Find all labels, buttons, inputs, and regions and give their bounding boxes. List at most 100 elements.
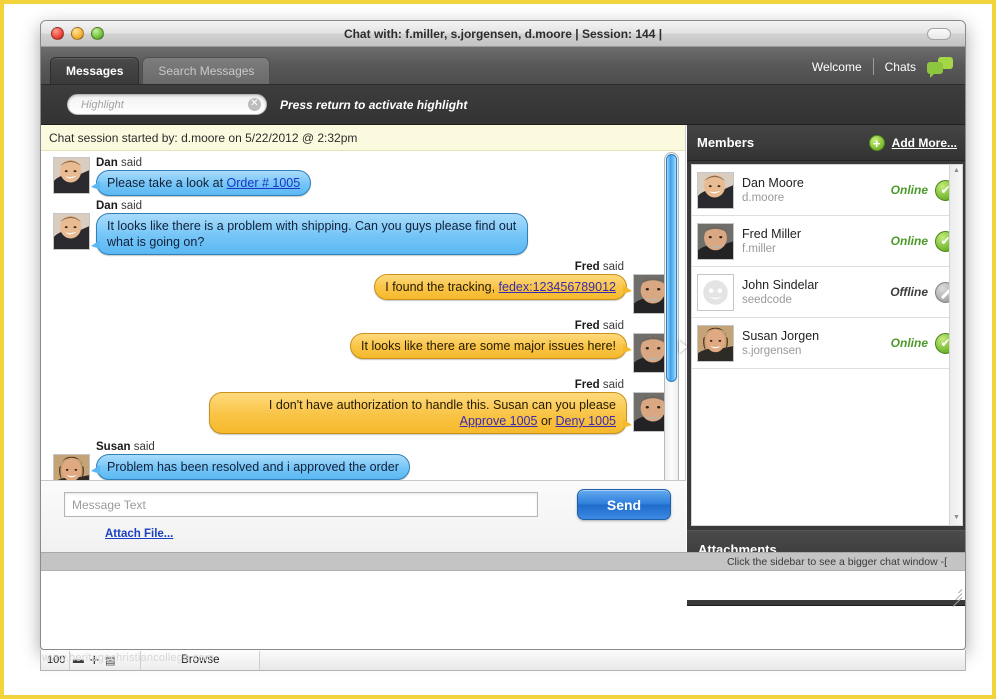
message-author: Fred said <box>53 379 673 391</box>
hint-strip: Click the sidebar to see a bigger chat w… <box>41 552 965 570</box>
sidebar-toggle-arrow-icon[interactable] <box>679 340 687 354</box>
scroll-down-icon[interactable]: ▼ <box>952 514 961 523</box>
plus-circle-icon: + <box>868 134 885 151</box>
approve-link[interactable]: Approve 1005 <box>460 414 538 428</box>
member-info: Fred Miller f.miller <box>742 227 891 256</box>
member-name: John Sindelar <box>742 277 819 292</box>
member-row-fred-miller[interactable]: Fred Miller f.miller Online <box>692 216 962 267</box>
message-author: Fred said <box>53 261 673 273</box>
avatar-dan <box>53 157 90 194</box>
message-author: Dan said <box>53 200 673 212</box>
message-item: Fred said It looks like there are some m… <box>41 320 685 375</box>
avatar-dan <box>697 171 734 209</box>
message-bubble: I don't have authorization to handle thi… <box>209 392 632 434</box>
nav-divider <box>872 58 874 75</box>
zoom-level-label: 100 <box>41 650 71 670</box>
tab-strip: Messages Search Messages Welcome Chats <box>41 47 965 85</box>
nav-chats[interactable]: Chats <box>885 60 916 74</box>
message-said-label: said <box>602 379 624 391</box>
nav-welcome[interactable]: Welcome <box>812 60 862 74</box>
avatar-fred <box>697 222 734 260</box>
member-name: Dan Moore <box>742 175 804 190</box>
message-row: It looks like there are some major issue… <box>53 333 673 373</box>
layout-icon[interactable]: ▤ <box>102 651 118 670</box>
tab-messages[interactable]: Messages <box>50 57 140 84</box>
highlight-input[interactable] <box>68 98 248 111</box>
members-scrollbar[interactable]: ▲ ▼ <box>949 165 962 525</box>
member-row-john-sindelar[interactable]: John Sindelar seedcode Offline <box>692 267 962 318</box>
browse-button[interactable]: Browse <box>140 650 261 670</box>
member-status: Online <box>890 234 928 248</box>
attach-file-link[interactable]: Attach File... <box>105 528 173 540</box>
message-author-name: Fred <box>574 320 600 332</box>
tab-search-messages[interactable]: Search Messages <box>142 57 271 84</box>
maximize-pill-button[interactable] <box>927 28 951 40</box>
avatar-dan <box>53 213 90 250</box>
add-more-button[interactable]: + Add More... <box>868 134 957 151</box>
page-root: Chat with: f.miller, s.jorgensen, d.moor… <box>0 0 996 699</box>
minimize-button[interactable] <box>71 27 84 40</box>
status-bar <box>41 570 965 608</box>
message-text-mid: or <box>537 414 556 428</box>
message-row: I don't have authorization to handle thi… <box>53 392 673 434</box>
message-item: Dan said Please take a look at Order # 1… <box>41 157 685 198</box>
send-button[interactable]: Send <box>577 489 671 520</box>
os-bottom-bar: 100 ▬ ✛ ▤ Browse <box>40 650 966 671</box>
member-username: seedcode <box>742 293 792 306</box>
scroll-up-icon[interactable]: ▲ <box>952 167 961 176</box>
message-bubble: I found the tracking, fedex:123456789012 <box>374 274 632 300</box>
member-row-dan-moore[interactable]: Dan Moore d.moore Online <box>692 165 962 216</box>
resize-grip-icon[interactable] <box>949 585 963 608</box>
chat-bubble-front <box>927 62 943 78</box>
message-bubble: It looks like there are some major issue… <box>350 333 632 359</box>
message-input[interactable] <box>64 492 538 517</box>
member-status: Online <box>890 336 928 350</box>
message-author: Fred said <box>53 320 673 332</box>
member-status: Offline <box>890 285 928 299</box>
avatar-susan <box>697 324 734 362</box>
order-link[interactable]: Order # 1005 <box>227 176 301 190</box>
message-bubble: Problem has been resolved and i approved… <box>91 454 410 480</box>
highlight-search-field[interactable]: ✕ <box>67 94 267 115</box>
member-info: John Sindelar seedcode <box>742 278 890 307</box>
message-said-label: said <box>120 157 143 169</box>
member-username: d.moore <box>742 191 785 204</box>
member-name: Fred Miller <box>742 226 802 241</box>
message-said-label: said <box>602 261 624 273</box>
message-text: I found the tracking, <box>385 280 499 294</box>
members-list: Dan Moore d.moore Online ✔ Fred Miller f… <box>691 164 963 526</box>
window-controls <box>51 27 104 40</box>
message-row: Dan said Please take a look at Order # 1… <box>53 157 673 196</box>
members-title: Members <box>697 135 755 150</box>
zoom-button[interactable] <box>91 27 104 40</box>
tracking-link[interactable]: fedex:123456789012 <box>499 280 616 294</box>
close-button[interactable] <box>51 27 64 40</box>
message-text: Please take a look at <box>107 176 227 190</box>
message-text: I don't have authorization to handle thi… <box>268 398 616 412</box>
message-author-name: Fred <box>574 261 600 273</box>
highlight-bar: ✕ Press return to activate highlight <box>41 85 965 125</box>
member-username: f.miller <box>742 242 776 255</box>
chat-window: Chat with: f.miller, s.jorgensen, d.moor… <box>40 20 966 650</box>
member-username: s.jorgensen <box>742 344 802 357</box>
member-name: Susan Jorgen <box>742 328 820 343</box>
top-nav: Welcome Chats <box>812 57 953 78</box>
chat-bubbles-icon[interactable] <box>927 57 953 78</box>
message-said-label: said <box>602 320 624 332</box>
message-item: Fred said I don't have authorization to … <box>41 379 685 436</box>
tab-list: Messages Search Messages <box>50 57 271 84</box>
zoom-in-icon[interactable]: ✛ <box>86 651 102 670</box>
message-list: Dan said Please take a look at Order # 1… <box>41 151 685 522</box>
message-author-name: Dan <box>96 157 118 169</box>
message-item: Fred said I found the tracking, fedex:12… <box>41 261 685 316</box>
highlight-hint: Press return to activate highlight <box>280 97 468 112</box>
zoom-out-icon[interactable]: ▬ <box>70 651 86 670</box>
deny-link[interactable]: Deny 1005 <box>556 414 616 428</box>
clear-icon[interactable]: ✕ <box>248 98 261 111</box>
message-author-name: Susan <box>96 441 131 453</box>
chat-scrollbar-thumb[interactable] <box>666 154 677 382</box>
member-row-susan-jorgen[interactable]: Susan Jorgen s.jorgensen Online <box>692 318 962 369</box>
message-bubble: Please take a look at Order # 1005 <box>90 170 312 196</box>
message-text: It looks like there is a problem with sh… <box>107 219 517 249</box>
os-bar-filler <box>260 650 965 670</box>
